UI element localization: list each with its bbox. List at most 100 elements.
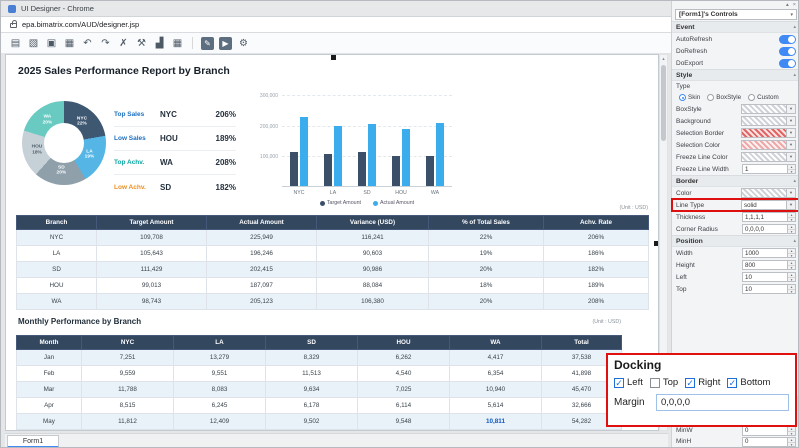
bar-chart[interactable]: Target AmountActual Amount 100,000200,00…: [244, 95, 456, 211]
grid-icon[interactable]: ▦: [171, 37, 184, 50]
dropdown-arrow-icon[interactable]: ▾: [787, 140, 796, 150]
spinner-value[interactable]: 0,0,0,0: [742, 224, 788, 234]
table-cell: 90,603: [317, 246, 429, 262]
color-swatch[interactable]: [741, 128, 787, 138]
table-cell: 12,409: [174, 414, 266, 430]
radio-option-skin[interactable]: Skin: [679, 94, 700, 101]
field-label: Corner Radius: [676, 226, 730, 233]
table-cell: 10,940: [450, 382, 542, 398]
export-icon[interactable]: ▦: [63, 37, 76, 50]
docking-checkbox-top[interactable]: Top: [650, 377, 678, 388]
undo-icon[interactable]: ↶: [81, 37, 94, 50]
spinner-value[interactable]: 0: [742, 437, 788, 447]
table-cell: 19%: [429, 246, 544, 262]
edit-form-icon[interactable]: ✎: [201, 37, 214, 50]
dropdown-arrow-icon[interactable]: ▾: [787, 128, 796, 138]
dropdown-arrow-icon[interactable]: ▾: [787, 152, 796, 162]
kpi-list[interactable]: Top SalesNYC206%Low SalesHOU189%Top Achv…: [114, 103, 236, 199]
table-header-cell: SD: [266, 336, 358, 350]
controls-selector[interactable]: [Form1]'s Controls ▾: [675, 9, 797, 20]
section-header-position[interactable]: Position▴: [672, 235, 799, 247]
delete-icon[interactable]: ✗: [117, 37, 130, 50]
spinner-value[interactable]: 1,1,1,1: [742, 212, 788, 222]
run-icon[interactable]: ▶: [219, 37, 232, 50]
panel-row-freeze-line-width: Freeze Line Width1▴▾: [672, 163, 799, 175]
color-swatch[interactable]: [741, 152, 787, 162]
spinner-value[interactable]: 0: [742, 426, 788, 436]
toggle-dorefresh[interactable]: [779, 47, 796, 56]
donut-slice-label: LA19%: [85, 149, 95, 160]
redo-icon[interactable]: ↷: [99, 37, 112, 50]
panel-row-top: Top10▴▾: [672, 283, 799, 295]
branch-table[interactable]: BranchTarget AmountActual AmountVariance…: [16, 215, 649, 310]
save-icon[interactable]: ▣: [45, 37, 58, 50]
color-swatch[interactable]: [741, 104, 787, 114]
spinner-buttons[interactable]: ▴▾: [788, 272, 796, 282]
radio-option-boxstyle[interactable]: BoxStyle: [707, 94, 741, 101]
section-header-style[interactable]: Style▴: [672, 69, 799, 81]
field-control: ▾: [741, 116, 796, 126]
spinner-buttons[interactable]: ▴▾: [788, 284, 796, 294]
field-control: 0▴▾: [742, 437, 796, 447]
table-cell: 11,788: [82, 382, 174, 398]
spinner-value[interactable]: 10: [742, 272, 788, 282]
dropdown-arrow-icon[interactable]: ▾: [787, 200, 796, 210]
spinner-value[interactable]: 800: [742, 260, 788, 270]
donut-chart[interactable]: NYC22%LA19%SD20%HOU18%WA20%: [22, 101, 106, 185]
spinner-buttons[interactable]: ▴▾: [788, 248, 796, 258]
spinner-value[interactable]: 10: [742, 284, 788, 294]
docking-checkbox-bottom[interactable]: ✓Bottom: [727, 377, 770, 388]
color-swatch[interactable]: [741, 188, 787, 198]
checkbox-checked-icon: ✓: [727, 378, 737, 388]
select-value[interactable]: solid: [741, 200, 787, 210]
panel-close-icon[interactable]: ×: [793, 2, 796, 8]
color-swatch[interactable]: [741, 116, 787, 126]
table-cell: 7,025: [358, 382, 450, 398]
bar-target-amount: [426, 156, 434, 186]
scrollbar-thumb[interactable]: [661, 65, 666, 141]
radio-option-custom[interactable]: Custom: [748, 94, 779, 101]
scroll-up-icon[interactable]: ▲: [660, 55, 667, 63]
spinner-buttons[interactable]: ▴▾: [788, 437, 796, 447]
table-header-cell: Month: [17, 336, 82, 350]
design-canvas[interactable]: 2025 Sales Performance Report by Branch …: [5, 54, 659, 431]
bar-xlabel: LA: [316, 190, 350, 196]
spinner-buttons[interactable]: ▴▾: [788, 224, 796, 234]
kpi-row: Top SalesNYC206%: [114, 103, 236, 127]
toggle-doexport[interactable]: [779, 59, 796, 68]
docking-checkbox-right[interactable]: ✓Right: [685, 377, 720, 388]
panel-pin-icon[interactable]: ▴: [786, 2, 789, 8]
dropdown-arrow-icon[interactable]: ▾: [787, 104, 796, 114]
tab-form1[interactable]: Form1: [7, 435, 59, 448]
spinner-buttons[interactable]: ▴▾: [788, 426, 796, 436]
bar-target-amount: [392, 156, 400, 186]
new-document-icon[interactable]: ▤: [9, 37, 22, 50]
section-header-border[interactable]: Border▴: [672, 175, 799, 187]
open-project-icon[interactable]: ▧: [27, 37, 40, 50]
margin-input[interactable]: 0,0,0,0: [656, 394, 789, 411]
dropdown-arrow-icon[interactable]: ▾: [787, 188, 796, 198]
build-icon[interactable]: ⚒: [135, 37, 148, 50]
kpi-branch: SD: [160, 183, 192, 192]
spinner-buttons[interactable]: ▴▾: [788, 164, 796, 174]
spinner-value[interactable]: 1: [742, 164, 788, 174]
spinner-buttons[interactable]: ▴▾: [788, 260, 796, 270]
monthly-table[interactable]: MonthNYCLASDHOUWATotalJan7,25113,2798,32…: [16, 335, 622, 430]
kpi-branch: HOU: [160, 134, 192, 143]
panel-row-left: Left10▴▾: [672, 271, 799, 283]
settings-gear-icon[interactable]: ⚙: [237, 37, 250, 50]
spinner-value[interactable]: 1000: [742, 248, 788, 258]
chart-icon[interactable]: ▟: [153, 37, 166, 50]
dropdown-arrow-icon[interactable]: ▾: [787, 116, 796, 126]
selection-handle-top[interactable]: [331, 55, 336, 60]
url-text[interactable]: epa.bimatrix.com/AUD/designer.jsp: [22, 20, 139, 29]
kpi-row: Top Achv.WA208%: [114, 151, 236, 175]
spinner-buttons[interactable]: ▴▾: [788, 212, 796, 222]
radio-unselected-icon: [748, 94, 755, 101]
color-swatch[interactable]: [741, 140, 787, 150]
toggle-autorefresh[interactable]: [779, 35, 796, 44]
panel-row-line-type: Line Typesolid▾: [672, 199, 799, 211]
table-cell: 18%: [429, 278, 544, 294]
docking-checkbox-left[interactable]: ✓Left: [614, 377, 643, 388]
section-header-event[interactable]: Event▴: [672, 21, 799, 33]
